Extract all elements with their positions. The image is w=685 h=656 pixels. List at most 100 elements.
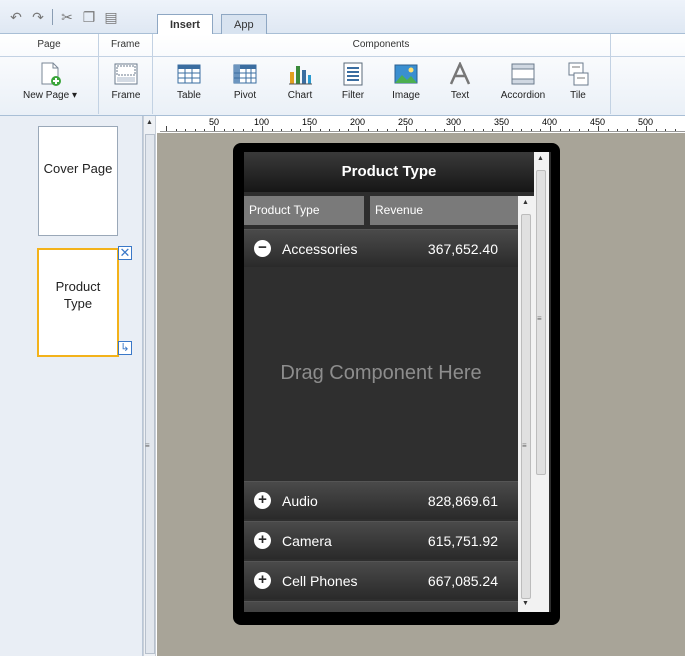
page-thumbnail-product-type[interactable]: Product Type <box>37 248 119 357</box>
list-item-partial[interactable]: + <box>244 601 518 612</box>
ruler-label: 450 <box>590 117 606 127</box>
toolbar-divider <box>52 9 53 25</box>
table-icon <box>177 62 201 86</box>
frame-button[interactable]: Frame <box>100 62 152 112</box>
ruler-tick <box>482 129 484 131</box>
ruler-tick <box>329 129 331 131</box>
scrollbar-thumb[interactable] <box>145 134 155 654</box>
copy-icon[interactable]: ❐ <box>81 9 97 25</box>
table-scrollbar[interactable]: ▲ ≡ ▼ <box>518 196 534 612</box>
list-item[interactable]: − Accessories 367,652.40 <box>244 229 518 267</box>
frame-label: Frame <box>111 90 141 101</box>
list-item[interactable]: + Audio 828,869.61 <box>244 481 518 519</box>
ruler-tick <box>559 129 561 131</box>
pivot-icon <box>233 62 257 86</box>
new-page-button[interactable]: New Page ▾ <box>22 62 78 112</box>
ruler-tick <box>617 129 619 131</box>
redo-icon[interactable]: ↷ <box>30 9 46 25</box>
image-label: Image <box>392 90 420 101</box>
ruler-tick <box>396 129 398 131</box>
ruler-tick <box>290 129 292 131</box>
row-value: 828,869.61 <box>427 493 498 509</box>
row-name: Cell Phones <box>282 573 358 589</box>
ruler-tick <box>636 129 638 131</box>
image-button[interactable]: Image <box>380 62 432 112</box>
ruler-tick <box>194 129 196 131</box>
cut-icon[interactable]: ✂ <box>59 9 75 25</box>
close-icon[interactable]: ✕ <box>118 246 132 260</box>
scroll-down-icon[interactable]: ▼ <box>522 600 529 607</box>
page-thumbnail-cover[interactable]: Cover Page <box>38 126 118 236</box>
resize-handle-icon[interactable]: ↳ <box>118 341 132 355</box>
drop-zone[interactable]: Drag Component Here <box>244 267 518 480</box>
tile-icon <box>566 62 590 86</box>
chart-button[interactable]: Chart <box>274 62 326 112</box>
ruler-tick <box>271 129 273 131</box>
row-value: 615,751.92 <box>427 533 498 549</box>
ruler-label: 50 <box>209 117 220 127</box>
ruler-tick <box>569 129 571 131</box>
filter-button[interactable]: Filter <box>327 62 379 112</box>
ruler-tick <box>655 129 657 131</box>
accordion-button[interactable]: Accordion <box>494 62 552 112</box>
horizontal-ruler: 50 100 150 200 250 300 350 400 450 500 <box>160 116 685 132</box>
scrollbar-thumb[interactable] <box>521 214 531 599</box>
scroll-up-icon[interactable]: ▲ <box>522 199 529 206</box>
column-header-revenue[interactable]: Revenue <box>370 196 518 225</box>
ruler-tick <box>665 129 667 131</box>
ruler-label: 400 <box>542 117 558 127</box>
ruler-label: 250 <box>398 117 414 127</box>
filter-icon <box>341 62 365 86</box>
chart-label: Chart <box>287 90 313 101</box>
collapse-icon[interactable]: − <box>254 240 271 257</box>
page-thumbnail-label: Cover Page <box>43 161 113 176</box>
tile-button[interactable]: Tile <box>552 62 604 112</box>
drop-zone-label: Drag Component Here <box>280 362 482 384</box>
ruler-tick <box>223 129 225 131</box>
preview-title: Product Type <box>244 152 534 192</box>
row-value: 367,652.40 <box>427 241 498 257</box>
ruler-tick <box>348 129 350 131</box>
ruler-tick <box>674 129 676 131</box>
text-button[interactable]: Text <box>434 60 486 112</box>
page-list-scrollbar[interactable]: ▲ ≡ <box>143 116 156 656</box>
new-page-label: New Page <box>23 90 70 101</box>
row-name: Camera <box>282 533 332 549</box>
pivot-label: Pivot <box>233 90 257 101</box>
paste-icon[interactable]: ▤ <box>103 9 119 25</box>
expand-icon[interactable]: + <box>254 492 271 509</box>
scroll-up-icon[interactable]: ▲ <box>146 119 153 126</box>
ruler-tick <box>233 129 235 131</box>
text-icon <box>448 60 472 86</box>
scroll-up-icon[interactable]: ▲ <box>537 155 544 162</box>
device-screen: Product Type Product Type Revenue − Acce… <box>244 152 551 612</box>
ruler-tick <box>166 126 167 131</box>
pivot-button[interactable]: Pivot <box>219 62 271 112</box>
table-button[interactable]: Table <box>163 62 215 112</box>
grip-icon: ≡ <box>537 314 542 323</box>
column-header-product-type[interactable]: Product Type <box>244 196 367 225</box>
ruler-tick <box>434 129 436 131</box>
ruler-tick <box>386 129 388 131</box>
grip-icon: ≡ <box>145 441 150 450</box>
group-title-frame: Frame <box>111 39 140 50</box>
table-label: Table <box>177 90 201 101</box>
screen-scrollbar[interactable]: ▲ ≡ <box>534 152 549 612</box>
undo-icon[interactable]: ↶ <box>8 9 24 25</box>
expand-icon[interactable]: + <box>254 532 271 549</box>
ruler-tick <box>540 129 542 131</box>
accordion-label: Accordion <box>500 90 546 101</box>
expand-icon[interactable]: + <box>254 572 271 589</box>
list-item[interactable]: + Camera 615,751.92 <box>244 521 518 559</box>
frame-icon <box>114 62 138 86</box>
ruler-tick <box>463 129 465 131</box>
ruler-label: 300 <box>446 117 462 127</box>
text-label: Text <box>450 90 470 101</box>
ruler-tick <box>473 129 475 131</box>
list-item[interactable]: + Cell Phones 667,085.24 <box>244 561 518 599</box>
ruler-tick <box>492 129 494 131</box>
ruler-label: 500 <box>638 117 654 127</box>
tab-insert[interactable]: Insert <box>157 14 213 36</box>
ruler-tick <box>521 129 523 131</box>
tab-app[interactable]: App <box>221 14 267 35</box>
